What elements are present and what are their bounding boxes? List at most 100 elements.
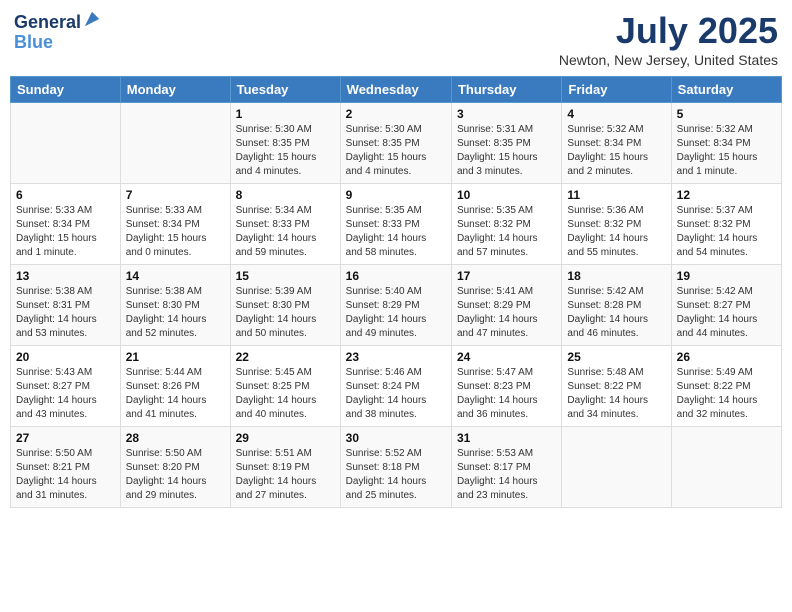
calendar-cell: [120, 103, 230, 184]
subtitle: Newton, New Jersey, United States: [559, 52, 778, 68]
day-number: 23: [346, 350, 446, 364]
calendar-cell: 6Sunrise: 5:33 AM Sunset: 8:34 PM Daylig…: [11, 184, 121, 265]
day-number: 14: [126, 269, 225, 283]
calendar-cell: 16 Sunrise: 5:40 AM Sunset: 8:29 PM Dayli…: [340, 265, 451, 346]
day-number: 17: [457, 269, 556, 283]
day-info: Sunrise: 5:45 AM Sunset: 8:25 PM Dayligh…: [236, 366, 335, 422]
calendar-week-1: 1 Sunrise: 5:30 AM Sunset: 8:35 PM Daylig…: [11, 103, 782, 184]
day-number: 30: [346, 431, 446, 445]
day-info: Sunrise: 5:32 AM Sunset: 8:34 PM Dayligh…: [677, 123, 776, 179]
day-number: 28: [126, 431, 225, 445]
day-info: Sunrise: 5:50 AM Sunset: 8:21 PM Dayligh…: [16, 447, 115, 503]
weekday-header-monday: Monday: [120, 77, 230, 103]
day-info: Sunrise: 5:36 AM Sunset: 8:32 PM Dayligh…: [567, 204, 665, 260]
day-info: Sunrise: 5:52 AM Sunset: 8:18 PM Dayligh…: [346, 447, 446, 503]
day-number: 19: [677, 269, 776, 283]
calendar-cell: 31 Sunrise: 5:53 AM Sunset: 8:17 PM Dayli…: [451, 427, 561, 508]
calendar-cell: 29 Sunrise: 5:51 AM Sunset: 8:19 PM Dayli…: [230, 427, 340, 508]
day-info: Sunrise: 5:42 AM Sunset: 8:27 PM Dayligh…: [677, 285, 776, 341]
calendar-week-5: 27Sunrise: 5:50 AM Sunset: 8:21 PM Dayli…: [11, 427, 782, 508]
weekday-header-friday: Friday: [562, 77, 671, 103]
calendar-cell: 21Sunrise: 5:44 AM Sunset: 8:26 PM Dayli…: [120, 346, 230, 427]
day-number: 25: [567, 350, 665, 364]
calendar-cell: 27Sunrise: 5:50 AM Sunset: 8:21 PM Dayli…: [11, 427, 121, 508]
weekday-header-thursday: Thursday: [451, 77, 561, 103]
calendar-cell: 24Sunrise: 5:47 AM Sunset: 8:23 PM Dayli…: [451, 346, 561, 427]
day-number: 5: [677, 107, 776, 121]
day-number: 31: [457, 431, 556, 445]
weekday-header-row: SundayMondayTuesdayWednesdayThursdayFrid…: [11, 77, 782, 103]
day-number: 3: [457, 107, 556, 121]
calendar-cell: 7Sunrise: 5:33 AM Sunset: 8:34 PM Daylig…: [120, 184, 230, 265]
day-number: 8: [236, 188, 335, 202]
calendar-cell: 26Sunrise: 5:49 AM Sunset: 8:22 PM Dayli…: [671, 346, 781, 427]
day-number: 1: [236, 107, 335, 121]
day-info: Sunrise: 5:43 AM Sunset: 8:27 PM Dayligh…: [16, 366, 115, 422]
day-info: Sunrise: 5:38 AM Sunset: 8:31 PM Dayligh…: [16, 285, 115, 341]
calendar-week-4: 20Sunrise: 5:43 AM Sunset: 8:27 PM Dayli…: [11, 346, 782, 427]
day-info: Sunrise: 5:33 AM Sunset: 8:34 PM Dayligh…: [16, 204, 115, 260]
calendar-cell: [11, 103, 121, 184]
calendar-cell: 9Sunrise: 5:35 AM Sunset: 8:33 PM Daylig…: [340, 184, 451, 265]
main-title: July 2025: [559, 10, 778, 52]
calendar-cell: 28 Sunrise: 5:50 AM Sunset: 8:20 PM Dayli…: [120, 427, 230, 508]
day-info: Sunrise: 5:35 AM Sunset: 8:32 PM Dayligh…: [457, 204, 556, 260]
day-info: Sunrise: 5:41 AM Sunset: 8:29 PM Dayligh…: [457, 285, 556, 341]
day-number: 11: [567, 188, 665, 202]
weekday-header-wednesday: Wednesday: [340, 77, 451, 103]
day-info: Sunrise: 5:47 AM Sunset: 8:23 PM Dayligh…: [457, 366, 556, 422]
calendar-cell: 10 Sunrise: 5:35 AM Sunset: 8:32 PM Dayli…: [451, 184, 561, 265]
logo-text: General Blue: [14, 10, 101, 53]
day-number: 18: [567, 269, 665, 283]
calendar-cell: 15Sunrise: 5:39 AM Sunset: 8:30 PM Dayli…: [230, 265, 340, 346]
calendar-cell: 11 Sunrise: 5:36 AM Sunset: 8:32 PM Dayli…: [562, 184, 671, 265]
day-info: Sunrise: 5:31 AM Sunset: 8:35 PM Dayligh…: [457, 123, 556, 179]
calendar-cell: 25Sunrise: 5:48 AM Sunset: 8:22 PM Dayli…: [562, 346, 671, 427]
day-info: Sunrise: 5:34 AM Sunset: 8:33 PM Dayligh…: [236, 204, 335, 260]
calendar-cell: 12 Sunrise: 5:37 AM Sunset: 8:32 PM Dayli…: [671, 184, 781, 265]
day-number: 10: [457, 188, 556, 202]
calendar-cell: 23 Sunrise: 5:46 AM Sunset: 8:24 PM Dayli…: [340, 346, 451, 427]
calendar-cell: 2Sunrise: 5:30 AM Sunset: 8:35 PM Daylig…: [340, 103, 451, 184]
day-info: Sunrise: 5:30 AM Sunset: 8:35 PM Dayligh…: [346, 123, 446, 179]
calendar-cell: 5 Sunrise: 5:32 AM Sunset: 8:34 PM Daylig…: [671, 103, 781, 184]
calendar-cell: [562, 427, 671, 508]
day-number: 16: [346, 269, 446, 283]
day-info: Sunrise: 5:38 AM Sunset: 8:30 PM Dayligh…: [126, 285, 225, 341]
calendar-cell: 30 Sunrise: 5:52 AM Sunset: 8:18 PM Dayli…: [340, 427, 451, 508]
logo-icon: [83, 10, 101, 28]
day-info: Sunrise: 5:30 AM Sunset: 8:35 PM Dayligh…: [236, 123, 335, 179]
day-number: 4: [567, 107, 665, 121]
calendar-week-2: 6Sunrise: 5:33 AM Sunset: 8:34 PM Daylig…: [11, 184, 782, 265]
day-info: Sunrise: 5:50 AM Sunset: 8:20 PM Dayligh…: [126, 447, 225, 503]
day-info: Sunrise: 5:40 AM Sunset: 8:29 PM Dayligh…: [346, 285, 446, 341]
weekday-header-sunday: Sunday: [11, 77, 121, 103]
calendar-cell: 8 Sunrise: 5:34 AM Sunset: 8:33 PM Daylig…: [230, 184, 340, 265]
calendar-cell: 1 Sunrise: 5:30 AM Sunset: 8:35 PM Daylig…: [230, 103, 340, 184]
day-number: 9: [346, 188, 446, 202]
day-info: Sunrise: 5:53 AM Sunset: 8:17 PM Dayligh…: [457, 447, 556, 503]
weekday-header-tuesday: Tuesday: [230, 77, 340, 103]
day-info: Sunrise: 5:46 AM Sunset: 8:24 PM Dayligh…: [346, 366, 446, 422]
calendar-cell: 14 Sunrise: 5:38 AM Sunset: 8:30 PM Dayli…: [120, 265, 230, 346]
day-info: Sunrise: 5:39 AM Sunset: 8:30 PM Dayligh…: [236, 285, 335, 341]
title-area: July 2025 Newton, New Jersey, United Sta…: [559, 10, 778, 68]
calendar-cell: [671, 427, 781, 508]
day-info: Sunrise: 5:37 AM Sunset: 8:32 PM Dayligh…: [677, 204, 776, 260]
day-info: Sunrise: 5:33 AM Sunset: 8:34 PM Dayligh…: [126, 204, 225, 260]
day-info: Sunrise: 5:32 AM Sunset: 8:34 PM Dayligh…: [567, 123, 665, 179]
day-number: 12: [677, 188, 776, 202]
day-info: Sunrise: 5:44 AM Sunset: 8:26 PM Dayligh…: [126, 366, 225, 422]
calendar-table: SundayMondayTuesdayWednesdayThursdayFrid…: [10, 76, 782, 508]
day-number: 22: [236, 350, 335, 364]
day-number: 29: [236, 431, 335, 445]
calendar-cell: 19 Sunrise: 5:42 AM Sunset: 8:27 PM Dayli…: [671, 265, 781, 346]
day-info: Sunrise: 5:42 AM Sunset: 8:28 PM Dayligh…: [567, 285, 665, 341]
calendar-cell: 22 Sunrise: 5:45 AM Sunset: 8:25 PM Dayli…: [230, 346, 340, 427]
day-info: Sunrise: 5:51 AM Sunset: 8:19 PM Dayligh…: [236, 447, 335, 503]
calendar-cell: 18 Sunrise: 5:42 AM Sunset: 8:28 PM Dayli…: [562, 265, 671, 346]
day-info: Sunrise: 5:49 AM Sunset: 8:22 PM Dayligh…: [677, 366, 776, 422]
calendar-cell: 20Sunrise: 5:43 AM Sunset: 8:27 PM Dayli…: [11, 346, 121, 427]
day-number: 13: [16, 269, 115, 283]
page-header: General Blue July 2025 Newton, New Jerse…: [10, 10, 782, 68]
